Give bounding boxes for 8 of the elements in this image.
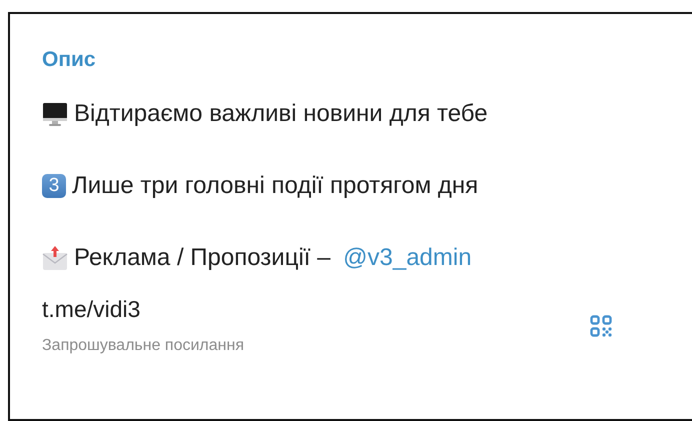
- description-text: Реклама / Пропозиції –: [74, 244, 332, 272]
- number-badge: 3: [42, 174, 66, 198]
- invite-caption: Запрошувальне посилання: [42, 337, 244, 355]
- section-title: Опис: [42, 48, 96, 72]
- description-text: Відтираємо важливі новини для тебе: [74, 100, 488, 128]
- description-text: Лише три головні події протягом дня: [72, 172, 478, 200]
- username-link[interactable]: @v3_admin: [343, 244, 472, 272]
- invite-link[interactable]: t.me/vidi3: [42, 296, 244, 323]
